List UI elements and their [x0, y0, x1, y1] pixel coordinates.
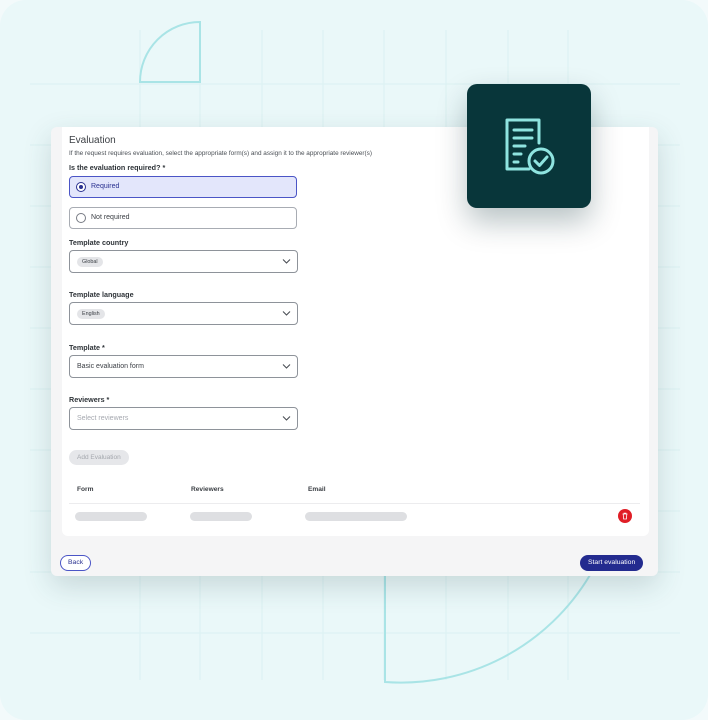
trash-icon: [622, 512, 628, 520]
template-country-label: Template country: [69, 238, 129, 247]
add-evaluation-button[interactable]: Add Evaluation: [69, 450, 129, 465]
template-select[interactable]: Basic evaluation form: [69, 355, 298, 378]
table-header-reviewers: Reviewers: [191, 486, 224, 493]
delete-row-button[interactable]: [618, 509, 632, 523]
skeleton-form-cell: [75, 512, 147, 521]
template-language-select[interactable]: English: [69, 302, 298, 325]
radio-label-required: Required: [91, 183, 120, 190]
radio-required[interactable]: Required: [69, 176, 297, 198]
radio-indicator-selected: [76, 182, 86, 192]
table-header-form: Form: [77, 486, 94, 493]
table-header-email: Email: [308, 486, 326, 493]
template-country-chip: Global: [77, 257, 103, 267]
chevron-down-icon: [282, 416, 291, 421]
radio-indicator: [76, 213, 86, 223]
document-check-icon: [505, 118, 555, 175]
evaluation-required-label: Is the evaluation required? *: [69, 163, 166, 172]
reviewers-placeholder: Select reviewers: [77, 415, 129, 422]
section-subtitle: If the request requires evaluation, sele…: [69, 150, 372, 157]
table-divider: [69, 503, 640, 504]
template-language-chip: English: [77, 309, 105, 319]
template-language-label: Template language: [69, 290, 134, 299]
chevron-down-icon: [282, 311, 291, 316]
template-value: Basic evaluation form: [77, 363, 144, 370]
back-button[interactable]: Back: [60, 555, 92, 571]
reviewers-label: Reviewers *: [69, 395, 110, 404]
reviewers-select[interactable]: Select reviewers: [69, 407, 298, 430]
template-label: Template *: [69, 343, 105, 352]
skeleton-email-cell: [305, 512, 407, 521]
evaluation-badge: [467, 84, 591, 208]
skeleton-reviewers-cell: [190, 512, 252, 521]
chevron-down-icon: [282, 364, 291, 369]
section-title: Evaluation: [69, 135, 116, 146]
radio-label-not-required: Not required: [91, 214, 130, 221]
chevron-down-icon: [282, 259, 291, 264]
radio-not-required[interactable]: Not required: [69, 207, 297, 229]
start-evaluation-button[interactable]: Start evaluation: [580, 555, 644, 571]
template-country-select[interactable]: Global: [69, 250, 298, 273]
